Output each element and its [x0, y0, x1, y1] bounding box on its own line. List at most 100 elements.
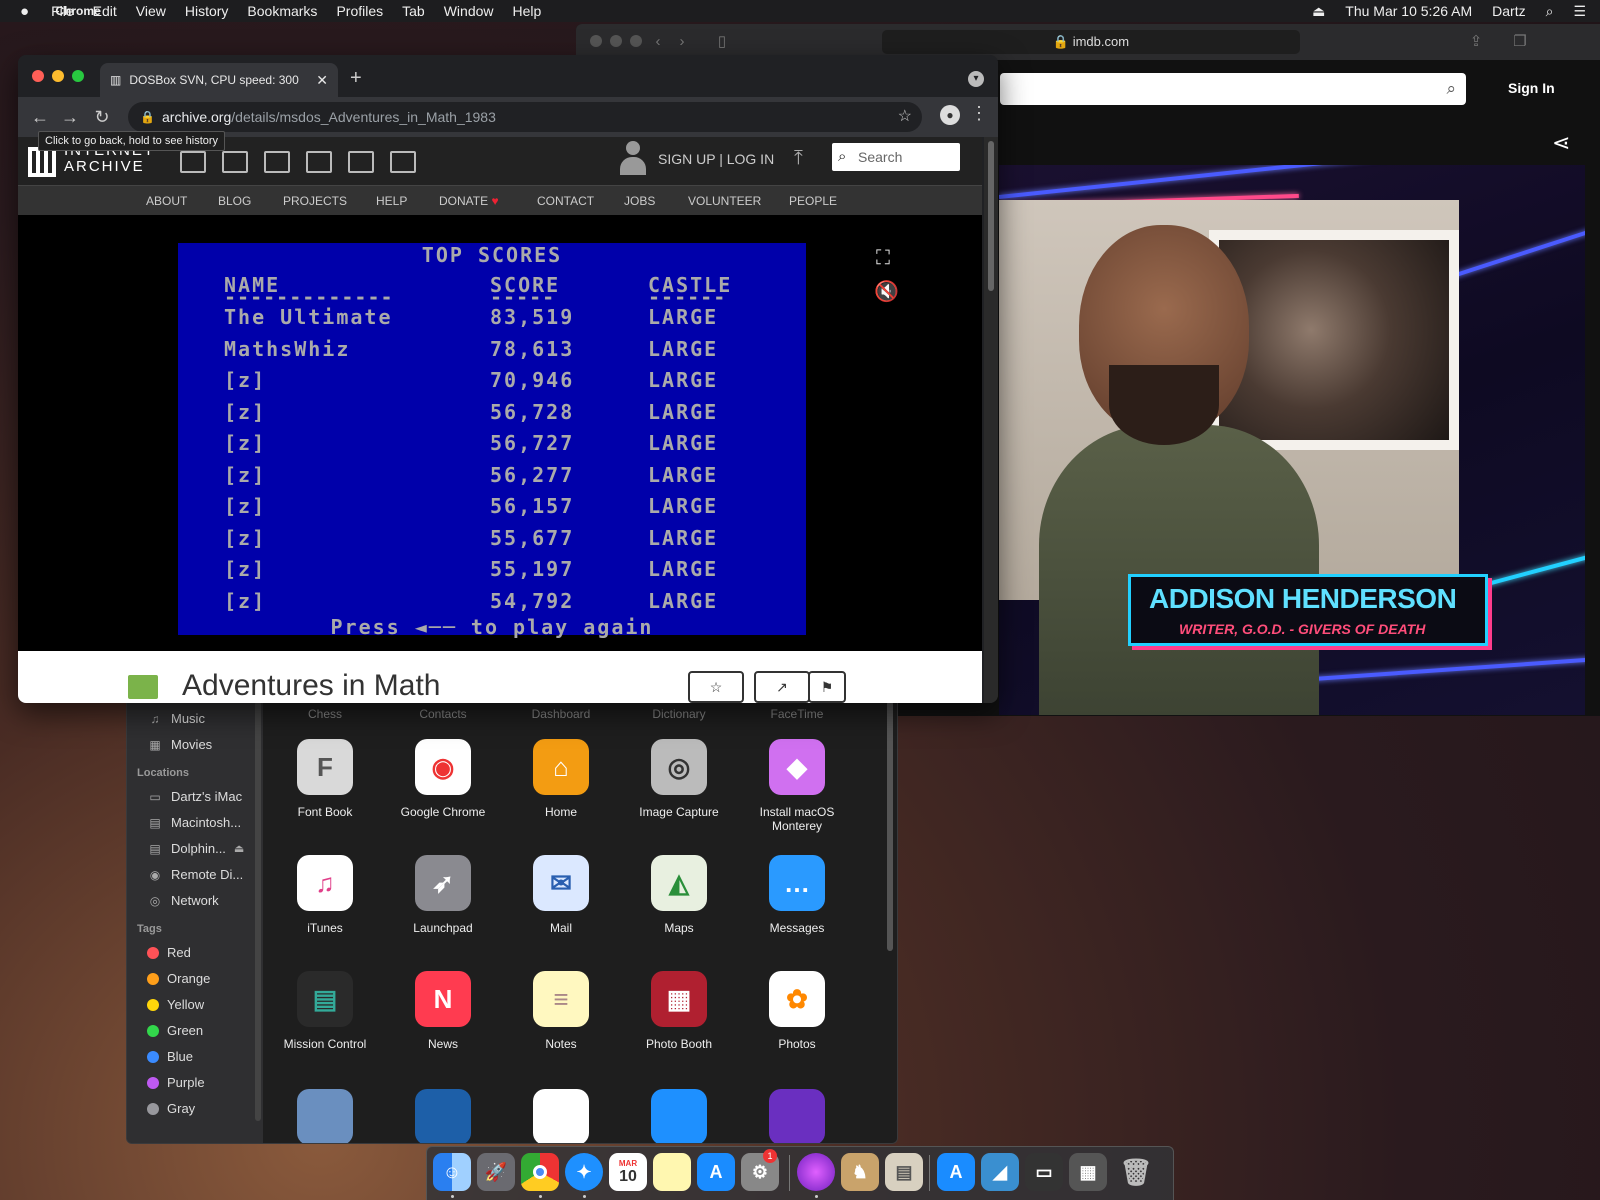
- sidebar-item-macintosh-hd[interactable]: ▤ Macintosh...: [147, 815, 241, 830]
- nav-blog[interactable]: BLOG: [218, 194, 251, 208]
- app-launchpad[interactable]: ➶ Launchpad: [385, 855, 501, 935]
- dolphin-icon[interactable]: ◢: [981, 1153, 1019, 1191]
- menu-bookmarks[interactable]: Bookmarks: [247, 3, 317, 19]
- safari-icon[interactable]: ✦: [565, 1153, 603, 1191]
- app-label-partial[interactable]: Chess: [270, 707, 380, 721]
- nav-help[interactable]: HELP: [376, 194, 407, 208]
- zoom-button[interactable]: [630, 35, 642, 47]
- signup-login-link[interactable]: SIGN UP | LOG IN: [658, 151, 774, 167]
- sidebar-scrollbar[interactable]: [255, 701, 261, 1121]
- app-mail[interactable]: ✉ Mail: [503, 855, 619, 935]
- app-photos[interactable]: ✿ Photos: [739, 971, 855, 1051]
- new-tab-button[interactable]: +: [350, 67, 362, 90]
- nav-volunteer[interactable]: VOLUNTEER: [688, 194, 761, 208]
- app-maps[interactable]: ◭ Maps: [621, 855, 737, 935]
- nav-jobs[interactable]: JOBS: [624, 194, 655, 208]
- chess-icon[interactable]: ♞: [841, 1153, 879, 1191]
- share-icon[interactable]: ⋖: [1552, 130, 1570, 156]
- launchpad-icon[interactable]: 🚀: [477, 1153, 515, 1191]
- app-home[interactable]: ⌂ Home: [503, 739, 619, 819]
- scrollbar-thumb[interactable]: [988, 141, 994, 291]
- user-icon[interactable]: [618, 139, 648, 179]
- sidebar-item-movies[interactable]: ▦ Movies: [147, 737, 212, 752]
- imdb-search-input[interactable]: ⌕: [1000, 73, 1466, 105]
- favorite-button[interactable]: ☆: [688, 671, 744, 703]
- app-icon-partial[interactable]: [651, 1089, 707, 1143]
- nav-people[interactable]: PEOPLE: [789, 194, 837, 208]
- trash-icon[interactable]: 🗑: [1117, 1153, 1155, 1191]
- upload-icon[interactable]: ⤒: [794, 147, 803, 170]
- address-bar[interactable]: 🔒 archive.org/details/msdos_Adventures_i…: [128, 102, 922, 132]
- flag-button[interactable]: ⚑: [808, 671, 846, 703]
- sidebar-icon[interactable]: ▯: [712, 32, 732, 52]
- nav-about[interactable]: ABOUT: [146, 194, 187, 208]
- notification-center-icon[interactable]: ☰: [1573, 3, 1586, 20]
- spotlight-icon[interactable]: ⌕: [1546, 3, 1554, 20]
- main-scrollbar[interactable]: [887, 701, 893, 951]
- screenshot-folder-icon[interactable]: ▭: [1025, 1153, 1063, 1191]
- app-mission-control[interactable]: ▤ Mission Control: [267, 971, 383, 1051]
- app-icon-partial[interactable]: [533, 1089, 589, 1143]
- install-macos-icon[interactable]: [797, 1153, 835, 1191]
- reload-button[interactable]: ↻: [92, 107, 112, 128]
- close-tab-icon[interactable]: ✕: [316, 72, 328, 89]
- chrome-menu-icon[interactable]: ⋮: [970, 103, 988, 124]
- menu-window[interactable]: Window: [444, 3, 494, 19]
- back-button[interactable]: ←: [30, 107, 50, 128]
- tab-search-icon[interactable]: ▾: [968, 71, 984, 87]
- finder-icon[interactable]: ☺: [433, 1153, 471, 1191]
- app-photo-booth[interactable]: ▦ Photo Booth: [621, 971, 737, 1051]
- eject-icon[interactable]: ⏏: [234, 842, 244, 855]
- app-messages[interactable]: … Messages: [739, 855, 855, 935]
- menu-profiles[interactable]: Profiles: [336, 3, 383, 19]
- mute-icon[interactable]: 🔇: [874, 279, 899, 304]
- bookmark-star-icon[interactable]: ☆: [898, 102, 912, 132]
- forward-button[interactable]: →: [60, 107, 80, 128]
- page-scrollbar[interactable]: [984, 137, 998, 703]
- menu-help[interactable]: Help: [513, 3, 542, 19]
- zoom-button[interactable]: [72, 70, 84, 82]
- nav-projects[interactable]: PROJECTS: [283, 194, 347, 208]
- app-itunes[interactable]: ♫ iTunes: [267, 855, 383, 935]
- app-icon-partial[interactable]: [415, 1089, 471, 1143]
- app-icon-partial[interactable]: [297, 1089, 353, 1143]
- app-icon-partial[interactable]: [769, 1089, 825, 1143]
- sidebar-tag-green[interactable]: Green: [147, 1023, 203, 1038]
- close-button[interactable]: [590, 35, 602, 47]
- sidebar-tag-yellow[interactable]: Yellow: [147, 997, 204, 1012]
- clock[interactable]: Thu Mar 10 5:26 AM: [1345, 3, 1472, 19]
- imdb-sign-in-link[interactable]: Sign In: [1508, 80, 1555, 96]
- video-icon[interactable]: [264, 151, 290, 173]
- menu-history[interactable]: History: [185, 3, 229, 19]
- sidebar-tag-blue[interactable]: Blue: [147, 1049, 193, 1064]
- app-store-folder-icon[interactable]: A: [937, 1153, 975, 1191]
- app-label-partial[interactable]: Dashboard: [506, 707, 616, 721]
- dos-screen[interactable]: TOP SCORES NAME SCORE CASTLE -----------…: [178, 243, 806, 639]
- share-button[interactable]: ↗: [754, 671, 810, 703]
- web-icon[interactable]: [180, 151, 206, 173]
- sidebar-item-imac[interactable]: ▭ Dartz's iMac: [147, 789, 242, 804]
- fullscreen-icon[interactable]: ⛶: [876, 247, 890, 270]
- share-icon[interactable]: ⇪: [1466, 32, 1486, 52]
- emulator-canvas[interactable]: TOP SCORES NAME SCORE CASTLE -----------…: [18, 215, 982, 651]
- forward-icon[interactable]: ›: [672, 32, 692, 52]
- profile-avatar-icon[interactable]: ●: [940, 105, 960, 125]
- images-icon[interactable]: [390, 151, 416, 173]
- minimize-button[interactable]: [610, 35, 622, 47]
- sidebar-tag-orange[interactable]: Orange: [147, 971, 210, 986]
- menu-chrome[interactable]: Chrome: [20, 4, 136, 18]
- close-button[interactable]: [32, 70, 44, 82]
- calculator-icon[interactable]: ▦: [1069, 1153, 1107, 1191]
- sidebar-item-dolphin[interactable]: ▤ Dolphin... ⏏: [147, 841, 244, 856]
- nav-donate[interactable]: DONATE ♥: [439, 194, 499, 208]
- back-icon[interactable]: ‹: [648, 32, 668, 52]
- menu-tab[interactable]: Tab: [402, 3, 425, 19]
- sidebar-item-remote-disc[interactable]: ◉ Remote Di...: [147, 867, 244, 882]
- app-font-book[interactable]: F Font Book: [267, 739, 383, 819]
- audio-icon[interactable]: [306, 151, 332, 173]
- lock-icon[interactable]: 🔒: [140, 102, 155, 132]
- tabs-icon[interactable]: ❐: [1510, 32, 1530, 52]
- preview-icon[interactable]: ▤: [885, 1153, 923, 1191]
- app-install-macos-monterey[interactable]: ◆ Install macOS Monterey: [739, 739, 855, 833]
- sidebar-tag-purple[interactable]: Purple: [147, 1075, 205, 1090]
